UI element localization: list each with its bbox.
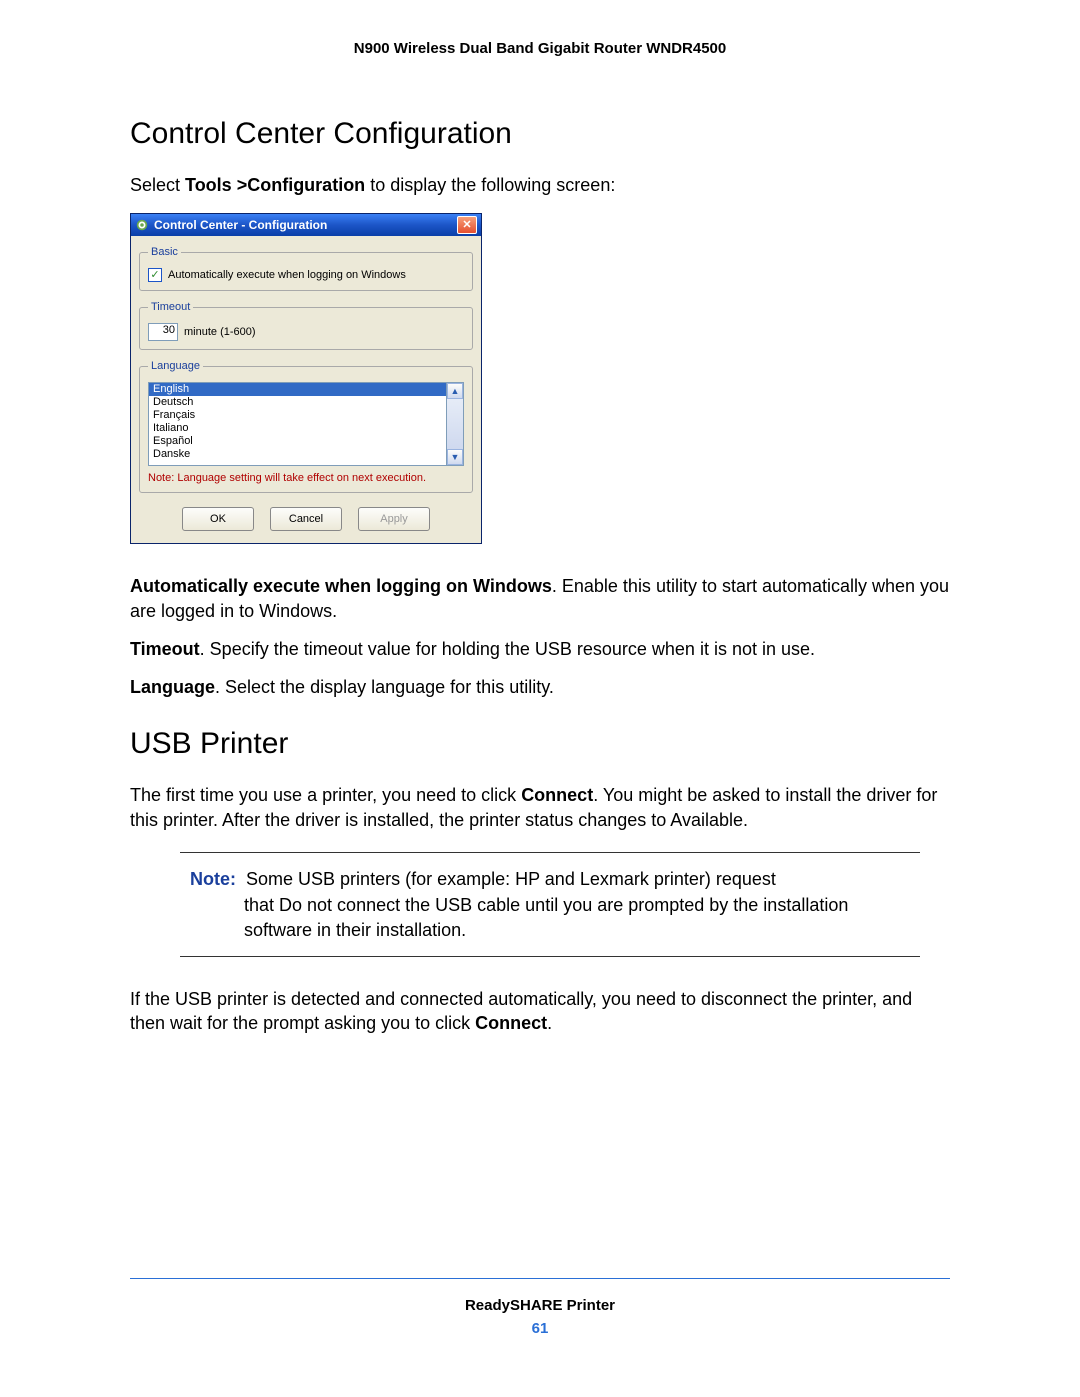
scroll-down-icon[interactable]: ▼	[447, 449, 463, 465]
def-auto-execute: Automatically execute when logging on Wi…	[130, 574, 950, 623]
text-bold: Language	[130, 677, 215, 697]
usb-paragraph-1: The first time you use a printer, you ne…	[130, 783, 950, 832]
timeout-unit-label: minute (1-600)	[184, 326, 256, 338]
group-timeout-label: Timeout	[148, 301, 193, 313]
note-label: Note:	[190, 869, 236, 889]
text: to display the following screen:	[365, 175, 615, 195]
group-language-label: Language	[148, 360, 203, 372]
text: .	[547, 1013, 552, 1033]
list-item[interactable]: Español	[149, 435, 446, 448]
note-text: Some USB printers (for example: HP and L…	[246, 869, 776, 889]
scroll-track[interactable]	[447, 399, 463, 449]
dialog-titlebar[interactable]: Control Center - Configuration ✕	[131, 214, 481, 236]
list-item[interactable]: Français	[149, 409, 446, 422]
cancel-button[interactable]: Cancel	[270, 507, 342, 531]
group-basic: Basic ✓ Automatically execute when loggi…	[139, 246, 473, 291]
auto-execute-checkbox[interactable]: ✓	[148, 268, 162, 282]
text-bold: Automatically execute when logging on Wi…	[130, 576, 552, 596]
heading-control-center: Control Center Configuration	[130, 117, 950, 151]
text-bold: Connect	[475, 1013, 547, 1033]
text-bold: Timeout	[130, 639, 200, 659]
text: Select	[130, 175, 185, 195]
text-bold: Tools >Configuration	[185, 175, 365, 195]
group-timeout: Timeout 30 minute (1-600)	[139, 301, 473, 350]
def-language: Language. Select the display language fo…	[130, 675, 950, 699]
intro-paragraph: Select Tools >Configuration to display t…	[130, 173, 950, 197]
note-block: Note: Some USB printers (for example: HP…	[180, 852, 920, 957]
timeout-input[interactable]: 30	[148, 323, 178, 341]
list-item[interactable]: English	[149, 383, 446, 396]
page-footer: ReadySHARE Printer 61	[130, 1278, 950, 1337]
gear-icon	[135, 218, 149, 232]
footer-title: ReadySHARE Printer	[130, 1297, 950, 1314]
config-dialog: Control Center - Configuration ✕ Basic ✓…	[130, 213, 482, 544]
language-note: Note: Language setting will take effect …	[148, 472, 464, 484]
scrollbar[interactable]: ▲ ▼	[447, 382, 464, 466]
language-listbox[interactable]: English Deutsch Français Italiano Españo…	[148, 382, 447, 466]
close-icon: ✕	[462, 220, 471, 231]
ok-button[interactable]: OK	[182, 507, 254, 531]
group-basic-label: Basic	[148, 246, 181, 258]
apply-button[interactable]: Apply	[358, 507, 430, 531]
list-item[interactable]: Deutsch	[149, 396, 446, 409]
dialog-title: Control Center - Configuration	[154, 218, 457, 232]
usb-paragraph-2: If the USB printer is detected and conne…	[130, 987, 950, 1036]
footer-page-number: 61	[130, 1320, 950, 1337]
text: The first time you use a printer, you ne…	[130, 785, 521, 805]
note-text: that Do not connect the USB cable until …	[244, 893, 910, 942]
text-bold: Connect	[521, 785, 593, 805]
scroll-up-icon[interactable]: ▲	[447, 383, 463, 399]
list-item[interactable]: Italiano	[149, 422, 446, 435]
close-button[interactable]: ✕	[457, 216, 477, 234]
def-timeout: Timeout. Specify the timeout value for h…	[130, 637, 950, 661]
document-header: N900 Wireless Dual Band Gigabit Router W…	[130, 40, 950, 57]
text: . Select the display language for this u…	[215, 677, 554, 697]
text: . Specify the timeout value for holding …	[200, 639, 815, 659]
auto-execute-label: Automatically execute when logging on Wi…	[168, 269, 406, 281]
group-language: Language English Deutsch Français Italia…	[139, 360, 473, 493]
list-item[interactable]: Danske	[149, 448, 446, 461]
heading-usb-printer: USB Printer	[130, 727, 950, 761]
